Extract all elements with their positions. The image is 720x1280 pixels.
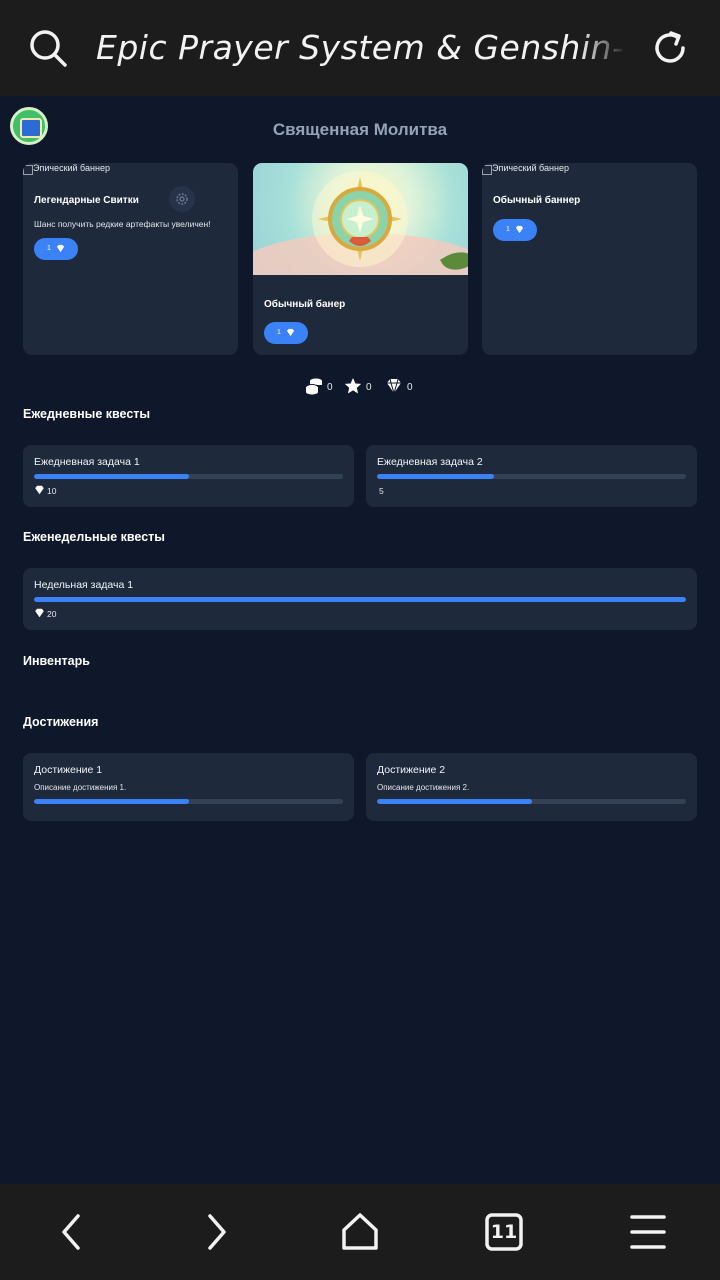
gem-icon	[286, 328, 295, 337]
quest-progress-fill	[34, 597, 686, 602]
reload-icon[interactable]	[650, 28, 690, 68]
daily-quests-title: Ежедневные квесты	[23, 407, 151, 421]
quest-progress-bar	[377, 474, 686, 479]
gems-value: 0	[407, 382, 413, 393]
gear-icon	[176, 193, 188, 205]
quest-name: Ежедневная задача 2	[377, 456, 483, 468]
menu-icon[interactable]	[624, 1212, 672, 1252]
pull-cost: 1	[506, 226, 510, 233]
achievement-card: Достижение 2 Описание достижения 2.	[366, 753, 697, 821]
banner-card-common[interactable]: Эпический баннер Обычный баннер 1	[482, 163, 697, 355]
quest-progress-bar	[34, 474, 343, 479]
achievement-progress-fill	[377, 799, 532, 804]
tab-count: 11	[490, 1221, 518, 1243]
achievement-progress-bar	[377, 799, 686, 804]
browser-bottom-nav: 11	[0, 1184, 720, 1280]
achievement-progress-fill	[34, 799, 189, 804]
gem-icon	[387, 378, 401, 395]
achievements-title: Достижения	[23, 715, 99, 729]
gem-icon	[56, 244, 65, 253]
banner-name: Обычный банер	[264, 299, 346, 310]
achievement-name: Достижение 2	[377, 764, 446, 776]
settings-button[interactable]	[169, 186, 195, 212]
achievement-card: Достижение 1 Описание достижения 1.	[23, 753, 354, 821]
page-content: Священная Молитва Эпический баннер Леген…	[0, 96, 720, 1184]
banner-name: Обычный баннер	[493, 195, 581, 206]
search-icon[interactable]	[28, 28, 68, 68]
browser-top-bar: Epic Prayer System & Genshin-Sty	[0, 0, 720, 96]
star-icon	[344, 378, 362, 394]
banner-name: Легендарные Свитки	[34, 195, 139, 206]
forward-icon[interactable]	[192, 1212, 240, 1252]
pull-cost: 1	[47, 245, 51, 252]
browser-page-title[interactable]: Epic Prayer System & Genshin-Sty	[96, 22, 624, 74]
achievement-description: Описание достижения 1.	[34, 783, 127, 792]
coins-icon	[305, 378, 322, 395]
back-icon[interactable]	[48, 1212, 96, 1252]
pull-cost: 1	[277, 329, 281, 336]
quest-progress-fill	[377, 474, 495, 479]
achievement-progress-bar	[34, 799, 343, 804]
quest-progress-bar	[34, 597, 686, 602]
quest-name: Ежедневная задача 1	[34, 456, 140, 468]
gem-icon	[35, 485, 44, 495]
stars-value: 0	[366, 382, 372, 393]
banner-artwork	[253, 163, 468, 275]
gem-icon	[35, 608, 44, 618]
broken-image: Эпический баннер	[482, 163, 569, 175]
quest-card: Ежедневная задача 2 5	[366, 445, 697, 507]
reward-value: 5	[379, 486, 384, 496]
home-icon[interactable]	[336, 1212, 384, 1252]
quest-card: Ежедневная задача 1 10	[23, 445, 354, 507]
banner-card-normal[interactable]: Обычный банер 1	[253, 163, 468, 355]
compass-emblem-icon	[312, 171, 408, 267]
achievement-description: Описание достижения 2.	[377, 783, 470, 792]
page-title: Священная Молитва	[272, 120, 448, 139]
title-fade	[580, 22, 626, 74]
banner-description: Шанс получить редкие артефакты увеличен!	[34, 219, 211, 229]
achievement-name: Достижение 1	[34, 764, 103, 776]
reward-value: 10	[47, 486, 57, 496]
pull-button[interactable]: 1	[34, 238, 78, 260]
gem-icon	[515, 225, 524, 234]
quest-progress-fill	[34, 474, 189, 479]
pull-button[interactable]: 1	[264, 322, 308, 344]
quest-card: Недельная задача 1 20	[23, 568, 697, 630]
coins-value: 0	[327, 382, 333, 393]
tabs-button[interactable]: 11	[480, 1212, 528, 1252]
inventory-title: Инвентарь	[23, 654, 90, 668]
quest-name: Недельная задача 1	[34, 579, 134, 591]
banner-card-legendary[interactable]: Эпический баннер Легендарные Свитки Шанс…	[23, 163, 238, 355]
pull-button[interactable]: 1	[493, 219, 537, 241]
weekly-quests-title: Еженедельные квесты	[23, 530, 165, 544]
reward-value: 20	[47, 609, 57, 619]
broken-image: Эпический баннер	[23, 163, 110, 175]
